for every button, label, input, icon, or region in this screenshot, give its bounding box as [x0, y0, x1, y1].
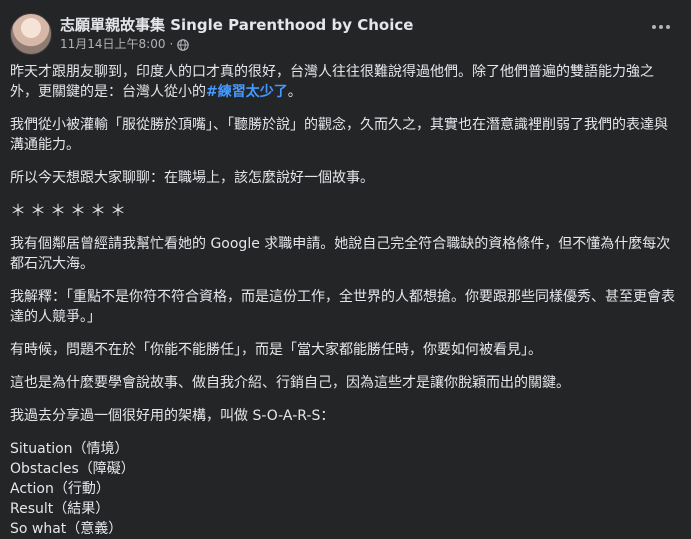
- page-name[interactable]: 志願單親故事集 Single Parenthood by Choice: [60, 15, 413, 35]
- post-timestamp[interactable]: 11月14日上午8:00: [60, 35, 166, 53]
- list-item: So what（意義）: [10, 521, 123, 537]
- paragraph-1-text: 昨天才跟朋友聊到，印度人的口才真的很好，台灣人往往很難說得過他們。除了他們普遍的…: [10, 64, 654, 100]
- soars-list: Situation（情境） Obstacles（障礙） Action（行動） R…: [10, 439, 677, 539]
- hashtag-link[interactable]: #練習太少了: [206, 84, 288, 100]
- paragraph-2: 我們從小被灌輸「服從勝於頂嘴」、「聽勝於說」的觀念，久而久之，其實也在潛意識裡削…: [10, 117, 668, 153]
- separator-dot: ·: [169, 37, 174, 51]
- facebook-post: 志願單親故事集 Single Parenthood by Choice 11月1…: [0, 0, 691, 537]
- list-item: Situation（情境）: [10, 441, 129, 457]
- post-meta: 志願單親故事集 Single Parenthood by Choice 11月1…: [60, 15, 413, 53]
- globe-icon[interactable]: [177, 38, 190, 51]
- post-body: 昨天才跟朋友聊到，印度人的口才真的很好，台灣人往往很難說得過他們。除了他們普遍的…: [10, 62, 677, 539]
- post-subline: 11月14日上午8:00 ·: [60, 35, 413, 53]
- list-item: Action（行動）: [10, 481, 110, 497]
- list-item: Result（結果）: [10, 501, 110, 517]
- paragraph-6: 有時候，問題不在於「你能不能勝任」，而是「當大家都能勝任時，你要如何被看見」。: [10, 342, 542, 358]
- divider-stars: ＊＊＊＊＊＊: [10, 201, 131, 220]
- paragraph-7: 這也是為什麼要學會說故事、做自我介紹、行銷自己，因為這些才是讓你脫穎而出的關鍵。: [10, 375, 570, 391]
- paragraph-8: 我過去分享過一個很好用的架構，叫做 S-O-A-R-S：: [10, 408, 335, 424]
- paragraph-1-suffix: 。: [287, 84, 302, 100]
- paragraph-1: 昨天才跟朋友聊到，印度人的口才真的很好，台灣人往往很難說得過他們。除了他們普遍的…: [10, 62, 677, 102]
- list-item: Obstacles（障礙）: [10, 461, 135, 477]
- avatar[interactable]: [10, 13, 52, 55]
- more-icon[interactable]: [647, 16, 675, 38]
- post-header: 志願單親故事集 Single Parenthood by Choice 11月1…: [10, 12, 413, 56]
- paragraph-3: 所以今天想跟大家聊聊：在職場上，該怎麼說好一個故事。: [10, 170, 374, 186]
- paragraph-5: 我解釋：「重點不是你符不符合資格，而是這份工作，全世界的人都想搶。你要跟那些同樣…: [10, 289, 675, 325]
- paragraph-4: 我有個鄰居曾經請我幫忙看她的 Google 求職申請。她說自己完全符合職缺的資格…: [10, 236, 671, 272]
